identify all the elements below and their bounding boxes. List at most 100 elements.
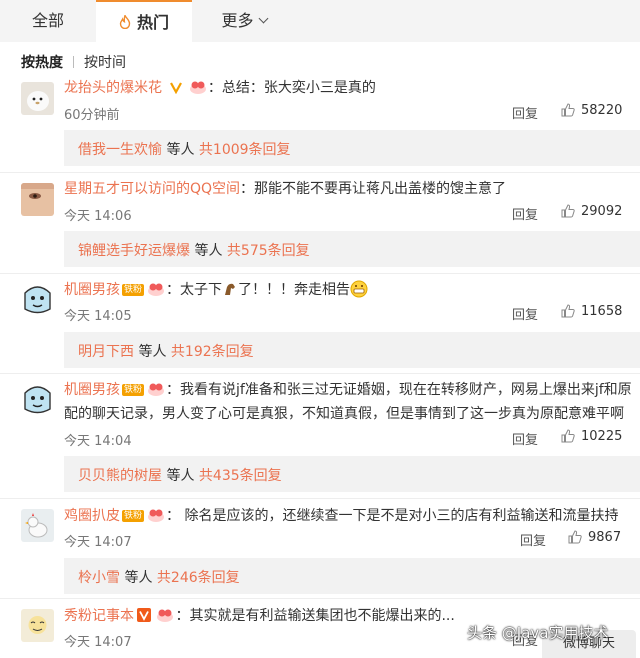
thumbs-up-icon (561, 429, 575, 443)
tab-more[interactable]: 更多 (214, 0, 274, 42)
comment-text: ：其实就是有利益输送集团也不能爆出来的... (175, 608, 455, 624)
reply-etc: 等人 (120, 570, 157, 586)
reply-count[interactable]: 共435条回复 (199, 468, 282, 484)
sort-by-time[interactable]: 按时间 (84, 52, 126, 72)
like-button[interactable]: 9867 (568, 530, 621, 545)
fan-badge-icon (148, 509, 165, 522)
replies-preview[interactable]: 贝贝熊的树屋 等人 共435条回复 (64, 456, 640, 492)
divider (73, 56, 74, 68)
grin-emoji-icon (350, 280, 368, 298)
like-count: 11658 (581, 304, 623, 319)
watermark: 头条 @Java实用技术 (467, 624, 609, 642)
avatar[interactable] (21, 383, 54, 416)
replies-preview[interactable]: 锦鲤选手好运爆爆 等人 共575条回复 (64, 231, 640, 267)
username[interactable]: 秀粉记事本 (64, 608, 134, 624)
comment-text: ：总结：张大奕小三是真的 (207, 80, 376, 96)
comment-time: 60分钟前 (64, 108, 120, 123)
reply-user[interactable]: 柃小雪 (78, 570, 120, 586)
like-count: 29092 (581, 204, 623, 219)
like-button[interactable]: 10225 (561, 429, 622, 444)
verified-icon (137, 608, 151, 622)
fan-badge-icon (148, 383, 165, 396)
tab-hot[interactable]: 热门 (96, 0, 192, 42)
divider (0, 598, 640, 599)
username[interactable]: 星期五才可以访问的QQ空间 (64, 181, 240, 197)
divider (0, 273, 640, 274)
thumbs-up-icon (561, 103, 575, 117)
like-count: 9867 (588, 530, 622, 545)
fan-badge-icon (157, 609, 174, 622)
reply-button[interactable]: 回复 (512, 429, 538, 448)
comment-text: ：太子下 (166, 282, 223, 298)
thumbs-up-icon (568, 530, 582, 544)
divider (0, 498, 640, 499)
comment-time: 今天 14:04 (64, 434, 132, 449)
avatar[interactable] (21, 283, 54, 316)
avatar[interactable] (21, 183, 54, 216)
replies-preview[interactable]: 明月下西 等人 共192条回复 (64, 332, 640, 368)
sort-by-heat[interactable]: 按热度 (21, 52, 63, 72)
divider (0, 172, 640, 173)
tab-more-label: 更多 (221, 11, 254, 30)
fan-level-badge: 铁粉 (122, 384, 145, 396)
comment-text: ：我看有说jf准备和张三过无证婚姻，现在在转移财产，网易上爆出来jf和原 (166, 382, 632, 398)
comment-time: 今天 14:07 (64, 535, 132, 550)
username[interactable]: 机圈男孩 (64, 282, 120, 298)
comment-time: 今天 14:07 (64, 635, 132, 650)
reply-user[interactable]: 明月下西 (78, 344, 134, 360)
reply-button[interactable]: 回复 (512, 103, 538, 122)
sort-options: 按热度 按时间 (21, 52, 126, 72)
like-count: 58220 (581, 103, 623, 118)
like-button[interactable]: 58220 (561, 103, 622, 118)
reply-user[interactable]: 借我一生欢愉 (78, 142, 162, 158)
comment-line: 龙抬头的爆米花 ：总结：张大奕小三是真的 (64, 78, 628, 98)
reply-count[interactable]: 共1009条回复 (199, 142, 291, 158)
comment-line: 配的聊天记录，男人变了心可是真狠，不知道真假，但是事情到了这一步真为原配意难平啊 (64, 404, 628, 424)
reply-count[interactable]: 共246条回复 (157, 570, 240, 586)
reply-user[interactable]: 锦鲤选手好运爆爆 (78, 243, 190, 259)
reply-etc: 等人 (162, 142, 199, 158)
comment-line: 鸡圈扒皮 铁粉 ： 除名是应该的，还继续查一下是不是对小三的店有利益输送和流量扶持 (64, 506, 628, 526)
like-count: 10225 (581, 429, 623, 444)
reply-count[interactable]: 共575条回复 (227, 243, 310, 259)
like-button[interactable]: 11658 (561, 304, 622, 319)
reply-button[interactable]: 回复 (520, 530, 546, 549)
horse-emoji-icon (225, 283, 236, 295)
username[interactable]: 龙抬头的爆米花 (64, 80, 162, 96)
comment-text: ：那能不能不要再让蒋凡出盖楼的馊主意了 (240, 181, 507, 197)
thumbs-up-icon (561, 304, 575, 318)
fan-level-badge: 铁粉 (122, 284, 145, 296)
reply-button[interactable]: 回复 (512, 304, 538, 323)
fan-badge-icon (189, 81, 206, 94)
fan-level-badge: 铁粉 (122, 510, 145, 522)
comment-line: 星期五才可以访问的QQ空间：那能不能不要再让蒋凡出盖楼的馊主意了 (64, 179, 628, 199)
avatar[interactable] (21, 82, 54, 115)
reply-button[interactable]: 回复 (512, 204, 538, 223)
tab-hot-label: 热门 (136, 13, 169, 32)
comment-text-tail: 了！！！奔走相告 (238, 282, 351, 298)
username[interactable]: 机圈男孩 (64, 382, 120, 398)
comment-time: 今天 14:05 (64, 309, 132, 324)
reply-user[interactable]: 贝贝熊的树屋 (78, 468, 162, 484)
comment-line: 机圈男孩 铁粉 ：我看有说jf准备和张三过无证婚姻，现在在转移财产，网易上爆出来jf… (64, 380, 632, 400)
avatar[interactable] (21, 509, 54, 542)
flame-icon (119, 15, 131, 29)
like-button[interactable]: 29092 (561, 204, 622, 219)
thumbs-up-icon (561, 204, 575, 218)
comment-line: 机圈男孩 铁粉 ：太子下 了！！！奔走相告 (64, 280, 628, 300)
replies-preview[interactable]: 柃小雪 等人 共246条回复 (64, 558, 640, 594)
reply-count[interactable]: 共192条回复 (171, 344, 254, 360)
divider (0, 373, 640, 374)
reply-etc: 等人 (190, 243, 227, 259)
comment-time: 今天 14:06 (64, 209, 132, 224)
fan-badge-icon (148, 283, 165, 296)
username[interactable]: 鸡圈扒皮 (64, 508, 120, 524)
replies-preview[interactable]: 借我一生欢愉 等人 共1009条回复 (64, 130, 640, 166)
tab-bar: 全部 热门 更多 (0, 0, 640, 42)
avatar[interactable] (21, 609, 54, 642)
comment-text: ： 除名是应该的，还继续查一下是不是对小三的店有利益输送和流量扶持 (166, 508, 619, 524)
tab-all[interactable]: 全部 (22, 0, 74, 42)
verified-icon (170, 82, 183, 94)
reply-etc: 等人 (134, 344, 171, 360)
reply-etc: 等人 (162, 468, 199, 484)
